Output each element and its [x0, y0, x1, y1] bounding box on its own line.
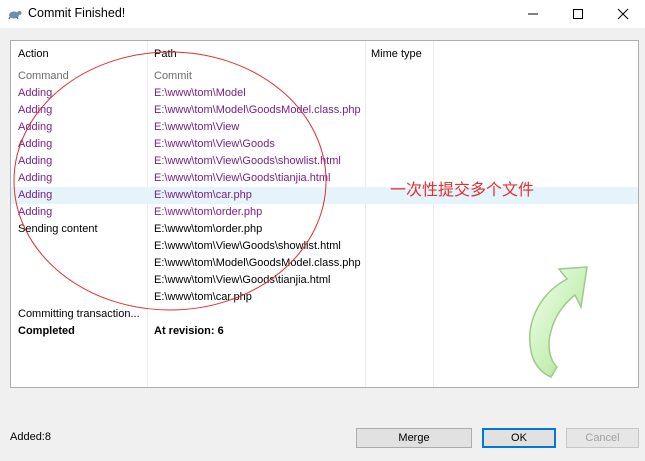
merge-button[interactable]: Merge [356, 428, 472, 448]
ok-button[interactable]: OK [482, 428, 556, 448]
annotation-text: 一次性提交多个文件 [390, 180, 535, 199]
cancel-button[interactable]: Cancel [566, 428, 639, 448]
added-count: Added:8 [10, 431, 51, 443]
annotation-circle [13, 51, 327, 311]
